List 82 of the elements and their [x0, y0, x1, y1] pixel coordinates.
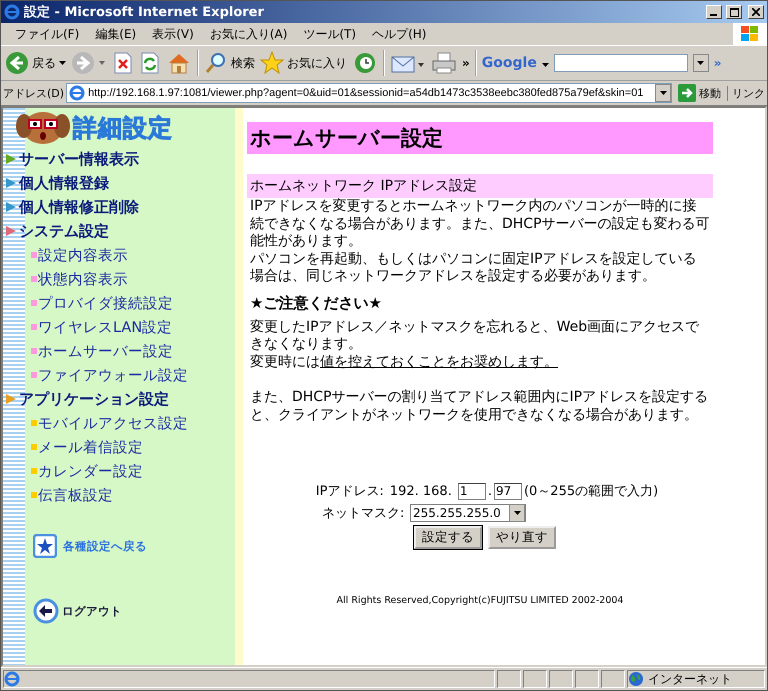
- notice-heading: ★ご注意ください★: [249, 294, 383, 312]
- search-button[interactable]: 検索: [204, 51, 255, 75]
- caret-icon: [697, 61, 704, 65]
- window-title: 設定 - Microsoft Internet Explorer: [24, 4, 265, 21]
- browser-icon: [4, 4, 20, 20]
- ip-octet-field[interactable]: 97: [494, 482, 522, 500]
- status-pane: [549, 670, 573, 688]
- sidebar-section-link[interactable]: アプリケーション設定: [19, 390, 169, 408]
- caret-icon: [542, 63, 549, 67]
- sidebar-link[interactable]: 状態内容表示: [38, 270, 128, 288]
- history-button[interactable]: [352, 51, 378, 75]
- caret-icon: [514, 511, 520, 515]
- search-icon: [204, 51, 228, 75]
- sidebar-link[interactable]: ワイヤレスLAN設定: [38, 318, 172, 336]
- ip-prefix: 192. 168.: [390, 484, 452, 498]
- menu-item[interactable]: お気に入り(A): [202, 24, 296, 44]
- sidebar-link[interactable]: プロバイダ接続設定: [38, 294, 173, 312]
- paragraph: IPアドレスを変更するとホームネットワーク内のパソコンが一時的に接続できなくなる場合があります。また、DHCPサーバーの設定も変わる可能性があります。: [249, 198, 711, 250]
- google-search-field[interactable]: [554, 54, 688, 72]
- globe-icon: [628, 671, 644, 687]
- sidebar-title: 詳細設定: [73, 113, 173, 144]
- paragraph: 変更時には値を控えておくことをお奨めします。: [249, 354, 559, 371]
- sidebar-section-link[interactable]: 個人情報登録: [19, 174, 109, 192]
- address-field[interactable]: http://192.168.1.97:1081/viewer.php?agent=0&uid=01&sessionid=a54db1473c3538eebc380fed875a79ef&skin=01: [66, 83, 672, 103]
- logout-link[interactable]: ログアウト: [62, 604, 122, 618]
- maximize-icon: [730, 8, 738, 16]
- menu-item[interactable]: 表示(V): [144, 24, 202, 44]
- paragraph: パソコンを再起動、もしくはパソコンに固定IPアドレスを設定している場合は、同じネットワークアドレスを設定する必要があります。: [249, 250, 698, 286]
- menu-item[interactable]: ツール(T): [295, 24, 364, 44]
- maximize-button[interactable]: [726, 5, 742, 19]
- sidebar-link[interactable]: ホームサーバー設定: [38, 342, 173, 360]
- dropdown-button[interactable]: [692, 54, 709, 72]
- page-icon: [4, 671, 20, 687]
- sidebar-section-link[interactable]: サーバー情報表示: [19, 150, 139, 168]
- close-icon: [752, 8, 760, 16]
- caret-icon: [660, 91, 666, 95]
- links-button[interactable]: リンク: [727, 86, 765, 100]
- stop-button[interactable]: [112, 51, 134, 75]
- sidebar-section-link[interactable]: システム設定: [19, 222, 109, 240]
- back-button[interactable]: 戻る: [5, 51, 66, 75]
- sidebar-link[interactable]: モバイルアクセス設定: [38, 414, 188, 432]
- reset-button[interactable]: やり直す: [488, 526, 556, 549]
- status-pane: [601, 670, 625, 688]
- print-button[interactable]: [431, 51, 457, 75]
- ip-octet-field[interactable]: 1: [458, 482, 486, 500]
- status-pane: [497, 670, 521, 688]
- caret-icon: [59, 61, 66, 65]
- range-hint: (0～255の範囲で入力): [524, 483, 658, 500]
- security-zone-label: インターネット: [648, 670, 732, 688]
- go-button[interactable]: 移動: [674, 84, 725, 102]
- copyright-text: All Rights Reserved,Copyright(c)FUJITSU LIMITED 2002-2004: [336, 595, 624, 606]
- sidebar-link[interactable]: 伝言板設定: [38, 486, 113, 504]
- star-icon: [260, 51, 284, 75]
- status-pane: [575, 670, 599, 688]
- menu-item[interactable]: 編集(E): [87, 24, 144, 44]
- sidebar-link[interactable]: ファイアウォール設定: [38, 366, 188, 384]
- dog-face-icon: [15, 110, 71, 146]
- menu-item[interactable]: ファイル(F): [7, 24, 88, 44]
- ip-address-label: IPアドレス:: [314, 483, 384, 500]
- page-title: ホームサーバー設定: [247, 122, 713, 154]
- sidebar-link[interactable]: 設定内容表示: [38, 246, 128, 264]
- overflow-button[interactable]: »: [462, 56, 470, 70]
- netmask-label: ネットマスク:: [322, 505, 404, 522]
- minimize-button[interactable]: [706, 5, 722, 19]
- star-icon: [33, 534, 57, 558]
- paragraph: 変更したIPアドレス／ネットマスクを忘れると、Web画面にアクセスできなくなります。: [249, 318, 700, 354]
- back-to-settings-link[interactable]: 各種設定へ戻る: [63, 538, 147, 554]
- close-button[interactable]: [748, 5, 764, 19]
- sidebar-section-link[interactable]: 個人情報修正削除: [19, 198, 139, 216]
- refresh-button[interactable]: [139, 51, 161, 75]
- paragraph: また、DHCPサーバーの割り当てアドレス範囲内にIPアドレスを設定すると、クライアントがネットワークを使用できなくなる場合があります。: [249, 389, 710, 424]
- sidebar-link[interactable]: カレンダー設定: [38, 462, 143, 480]
- address-label: アドレス(D): [3, 86, 64, 100]
- section-heading: ホームネットワーク IPアドレス設定: [247, 174, 713, 198]
- submit-button[interactable]: 設定する: [414, 526, 482, 549]
- netmask-dropdown[interactable]: 255.255.255.0: [410, 504, 526, 522]
- page-icon: [69, 85, 86, 101]
- sidebar-link[interactable]: メール着信設定: [38, 438, 143, 456]
- menu-item[interactable]: ヘルプ(H): [364, 24, 434, 44]
- status-pane: [523, 670, 547, 688]
- ip-dot: .: [488, 484, 492, 498]
- favorites-button[interactable]: お気に入り: [260, 51, 347, 75]
